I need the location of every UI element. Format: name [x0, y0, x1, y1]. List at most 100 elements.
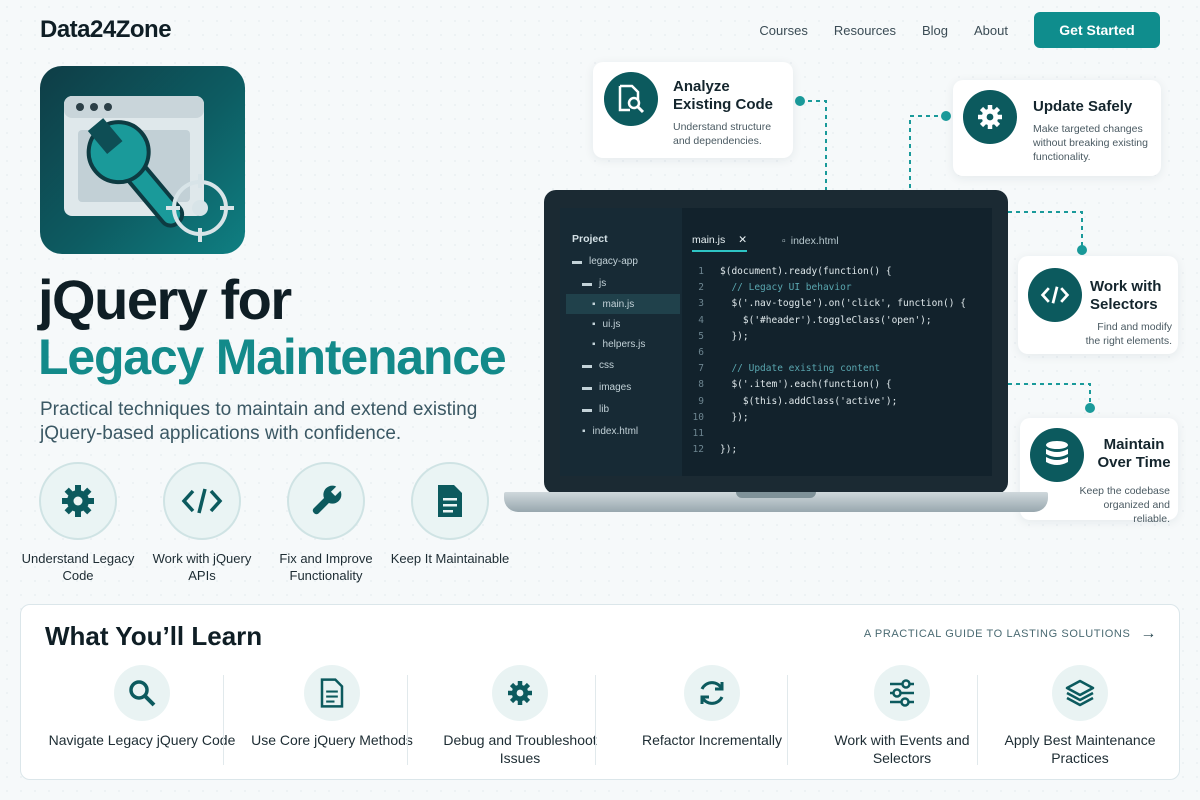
project-label: Project [572, 233, 608, 245]
folder-icon: ▬ [582, 404, 592, 415]
line-number: 11 [692, 428, 704, 439]
tree-item-main-js[interactable]: ▪ main.js [566, 294, 680, 314]
code-line: $('#header').toggleClass('open'); [720, 314, 932, 326]
line-number: 4 [698, 314, 704, 326]
file-icon: ▪ [592, 298, 596, 310]
line-number: 12 [692, 444, 704, 456]
hero-title-line1: jQuery for [38, 268, 292, 331]
callout-desc: Make targeted changes without breaking e… [1033, 123, 1148, 163]
layers-icon [1052, 665, 1108, 721]
site-logo[interactable]: Data24Zone [40, 16, 172, 44]
code-line: $('.nav-toggle').on('click', function() … [720, 298, 966, 310]
code-line: }); [720, 411, 749, 423]
feature-label: Keep It Maintainable [390, 551, 510, 566]
divider [223, 675, 224, 765]
line-number: 10 [692, 411, 704, 423]
callout-title: Update Safely [1033, 98, 1133, 115]
learn-heading: What You’ll Learn [45, 621, 263, 651]
hero-browser-wrench-icon [40, 66, 245, 254]
file-icon: ▪ [582, 426, 586, 437]
callout-analyze: Analyze Existing Code Understand structu… [593, 62, 793, 158]
divider [787, 675, 788, 765]
tree-item-legacy-app[interactable]: ▬ legacy-app [572, 256, 638, 267]
code-line: $(document).ready(function() { [720, 266, 892, 277]
feature-fix-improve: Fix and Improve Functionality [279, 462, 373, 584]
code-line: // Legacy UI behavior [720, 282, 852, 294]
tree-item-ui-js[interactable]: ▪ ui.js [592, 319, 620, 330]
code-line: }); [720, 330, 749, 342]
learn-item-refactor: Refactor Incrementally [617, 665, 807, 749]
learn-item-label: Apply Best Maintenance Practices [1004, 732, 1156, 766]
learn-panel: What You’ll Learn A PRACTICAL GUIDE TO L… [20, 604, 1180, 780]
nav-link-courses[interactable]: Courses [759, 23, 807, 38]
refresh-icon [684, 665, 740, 721]
tab-main-js[interactable]: main.js ✕ [692, 230, 748, 252]
tree-item-index-html[interactable]: ▪ index.html [582, 426, 638, 437]
line-number: 3 [698, 298, 704, 310]
learn-item-events: Work with Events and Selectors [807, 665, 997, 767]
file-icon: ▪ [592, 319, 596, 330]
line-number: 6 [698, 347, 704, 358]
feature-jquery-apis: Work with jQuery APIs [153, 462, 251, 584]
learn-item-core-methods: Use Core jQuery Methods [237, 665, 427, 749]
tree-item-css[interactable]: ▬ css [582, 360, 614, 371]
line-number: 8 [698, 379, 704, 391]
line-number: 7 [698, 363, 704, 375]
folder-icon: ▬ [582, 278, 592, 289]
callout-title: Maintain Over Time [1097, 436, 1171, 471]
document-search-icon [604, 72, 658, 126]
callout-selectors: Work with Selectors Find and modify the … [1018, 256, 1178, 354]
tree-item-lib[interactable]: ▬ lib [582, 404, 609, 415]
get-started-button[interactable]: Get Started [1034, 12, 1160, 48]
divider [977, 675, 978, 765]
editor-tabs: main.js ✕ ▫ index.html [682, 226, 992, 254]
laptop-base [504, 492, 1048, 512]
top-nav: Courses Resources Blog About Get Started [759, 12, 1160, 48]
database-icon [1030, 428, 1084, 482]
code-icon [1028, 268, 1082, 322]
learn-item-label: Refactor Incrementally [641, 732, 783, 748]
wrench-icon [287, 462, 365, 540]
folder-icon: ▬ [582, 360, 592, 371]
project-sidebar: Project ▬ legacy-app ▬ js ▪ main.js ▪ ui.js … [560, 208, 682, 476]
line-number: 1 [698, 266, 704, 277]
callout-desc: Keep the codebase organized and reliable… [1079, 485, 1171, 525]
learn-item-navigate: Navigate Legacy jQuery Code [47, 665, 237, 749]
learn-item-best-practices: Apply Best Maintenance Practices [985, 665, 1175, 767]
learn-tagline-link[interactable]: A PRACTICAL GUIDE TO LASTING SOLUTIONS → [864, 625, 1157, 643]
sliders-icon [874, 665, 930, 721]
feature-label: Fix and Improve Functionality [279, 551, 373, 583]
feature-row: Understand Legacy Code Work with jQuery … [22, 462, 509, 584]
code-editor: Project ▬ legacy-app ▬ js ▪ main.js ▪ ui.js … [560, 208, 992, 476]
document-icon [304, 665, 360, 721]
tree-item-images[interactable]: ▬ images [582, 382, 631, 393]
tree-item-helpers-js[interactable]: ▪ helpers.js [592, 339, 645, 350]
nav-link-about[interactable]: About [974, 23, 1008, 38]
feature-maintainable: Keep It Maintainable [391, 462, 509, 584]
callout-update: Update Safely Make targeted changes with… [953, 80, 1161, 176]
nav-link-blog[interactable]: Blog [922, 23, 948, 38]
code-icon [163, 462, 241, 540]
callout-desc: Understand structure and dependencies. [673, 121, 772, 147]
gear-icon [963, 90, 1017, 144]
folder-icon: ▬ [572, 256, 582, 267]
nav-link-resources[interactable]: Resources [834, 23, 896, 38]
line-number: 2 [698, 282, 704, 294]
file-icon: ▫ [782, 235, 786, 247]
gear-icon [492, 665, 548, 721]
close-icon[interactable]: ✕ [738, 234, 747, 246]
code-line: $(this).addClass('active'); [720, 395, 898, 407]
line-number: 5 [698, 330, 704, 342]
tree-item-js[interactable]: ▬ js [582, 278, 606, 289]
callout-desc: Find and modify the right elements. [1085, 321, 1172, 347]
tab-index-html[interactable]: ▫ index.html [782, 230, 839, 252]
learn-item-debug: Debug and Troubleshoot Issues [425, 665, 615, 767]
learn-item-label: Use Core jQuery Methods [251, 732, 413, 748]
learn-item-label: Work with Events and Selectors [834, 732, 970, 766]
callout-title: Work with Selectors [1090, 278, 1162, 313]
hero-subtitle: Practical techniques to maintain and ext… [40, 399, 478, 444]
code-line: $('.item').each(function() { [720, 379, 892, 391]
feature-label: Understand Legacy Code [21, 551, 135, 583]
code-line: }); [720, 444, 738, 456]
code-line: // Update existing content [720, 363, 881, 375]
